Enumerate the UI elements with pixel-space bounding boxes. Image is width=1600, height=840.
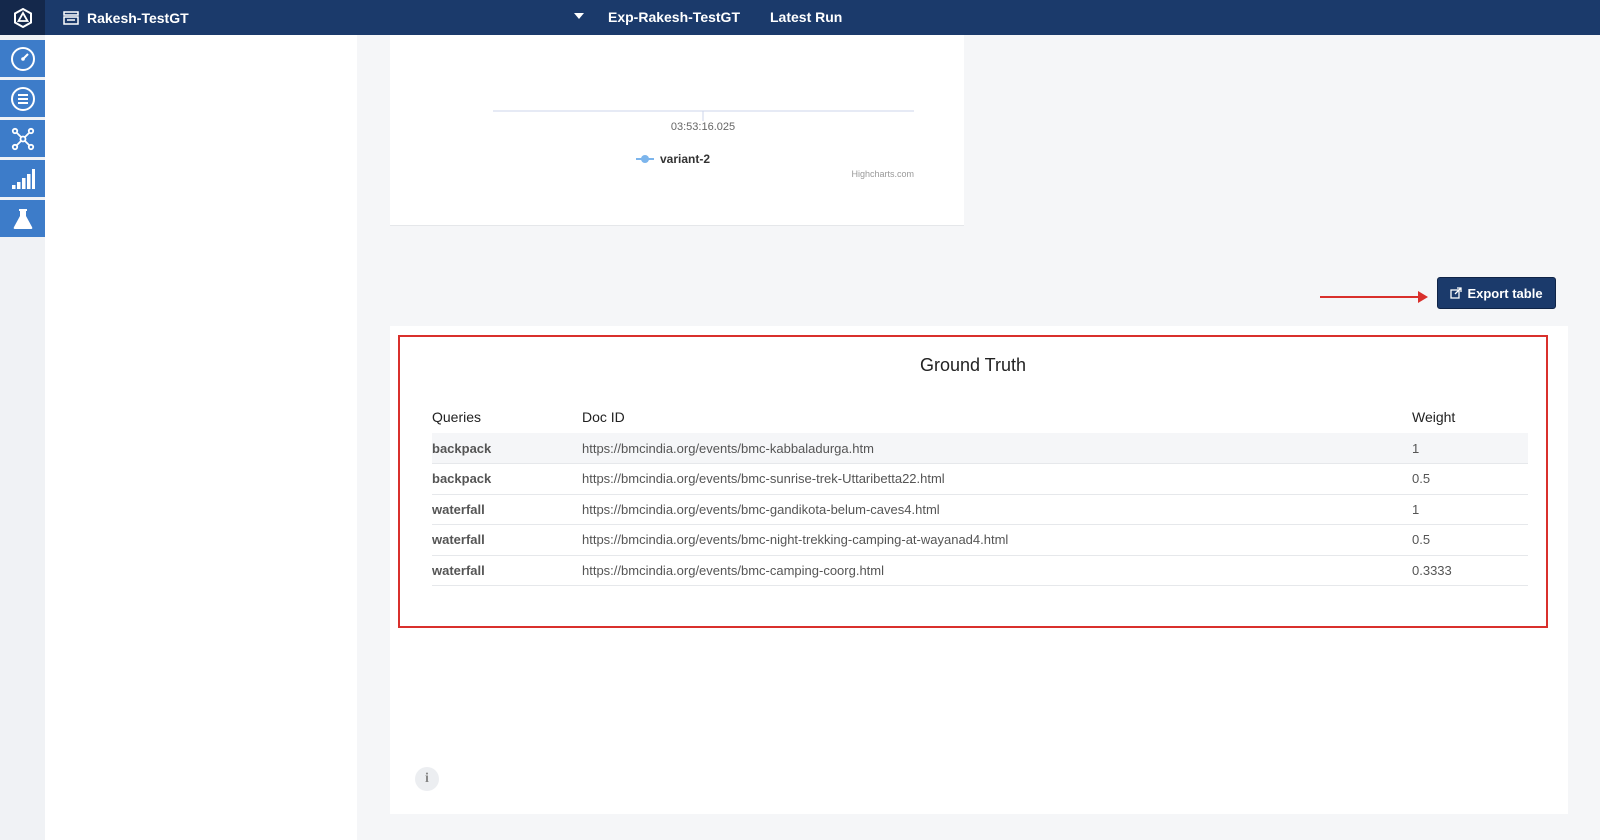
signal-bars-icon [11, 168, 35, 189]
table-row: backpack https://bmcindia.org/events/bmc… [432, 433, 1528, 464]
table-row: waterfall https://bmcindia.org/events/bm… [432, 524, 1528, 556]
annotation-arrow-head [1418, 291, 1428, 303]
export-table-button[interactable]: Export table [1437, 277, 1556, 309]
chart-credit: Highcharts.com [851, 169, 914, 179]
sidebar-item-experiments[interactable] [0, 200, 45, 237]
annotation-arrow-line [1320, 296, 1422, 298]
cell-query: backpack [432, 433, 582, 464]
table-row: backpack https://bmcindia.org/events/bmc… [432, 463, 1528, 495]
table-header-row: Queries Doc ID Weight [432, 400, 1528, 433]
sidebar [0, 35, 45, 840]
left-panel [45, 35, 357, 840]
cell-weight: 1 [1412, 433, 1528, 464]
cell-weight: 1 [1412, 494, 1528, 525]
column-header-weight[interactable]: Weight [1412, 400, 1528, 433]
sidebar-item-list[interactable] [0, 80, 45, 117]
info-icon[interactable]: i [415, 767, 439, 791]
top-navbar: Rakesh-TestGT Exp-Rakesh-TestGT Latest R… [0, 0, 1600, 35]
sidebar-item-network[interactable] [0, 120, 45, 157]
table-row: waterfall https://bmcindia.org/events/bm… [432, 494, 1528, 525]
x-axis-tick-label: 03:53:16.025 [671, 121, 735, 133]
flask-icon [13, 208, 32, 229]
column-header-doc-id[interactable]: Doc ID [582, 400, 1412, 433]
app-logo[interactable] [0, 0, 45, 35]
cell-weight: 0.5 [1412, 463, 1528, 495]
cell-query: waterfall [432, 494, 582, 525]
legend-label: variant-2 [660, 152, 710, 166]
experiment-name[interactable]: Exp-Rakesh-TestGT [608, 0, 740, 35]
cell-doc-id: https://bmcindia.org/events/bmc-kabbalad… [582, 433, 1412, 464]
list-icon [10, 86, 35, 111]
cell-query: waterfall [432, 555, 582, 586]
legend-symbol-marker [641, 155, 649, 163]
cell-query: waterfall [432, 524, 582, 556]
ground-truth-title: Ground Truth [919, 355, 1027, 375]
cell-doc-id: https://bmcindia.org/events/bmc-gandikot… [582, 494, 1412, 525]
chevron-down-icon[interactable] [574, 13, 584, 19]
cell-doc-id: https://bmcindia.org/events/bmc-sunrise-… [582, 463, 1412, 495]
dashboard-gauge-icon [10, 46, 35, 71]
ground-truth-table: Queries Doc ID Weight backpack https://b… [432, 400, 1528, 586]
project-stack-icon [63, 10, 79, 25]
network-icon [11, 127, 34, 150]
cell-query: backpack [432, 463, 582, 495]
logo-icon [13, 7, 32, 28]
chart-card: 03:53:16.025 variant-2 Highcharts.com [390, 35, 964, 226]
export-table-label: Export table [1467, 285, 1543, 301]
sidebar-item-metrics[interactable] [0, 160, 45, 197]
table-row: waterfall https://bmcindia.org/events/bm… [432, 555, 1528, 586]
project-name: Rakesh-TestGT [87, 9, 189, 26]
column-header-queries[interactable]: Queries [432, 400, 582, 433]
share-square-icon [1450, 287, 1463, 299]
latest-run-link[interactable]: Latest Run [770, 0, 842, 35]
cell-weight: 0.5 [1412, 524, 1528, 556]
line-chart: 03:53:16.025 variant-2 Highcharts.com [493, 110, 914, 179]
cell-doc-id: https://bmcindia.org/events/bmc-night-tr… [582, 524, 1412, 556]
cell-weight: 0.3333 [1412, 555, 1528, 586]
cell-doc-id: https://bmcindia.org/events/bmc-camping-… [582, 555, 1412, 586]
sidebar-item-dashboard[interactable] [0, 40, 45, 77]
project-selector[interactable]: Rakesh-TestGT [63, 0, 189, 35]
